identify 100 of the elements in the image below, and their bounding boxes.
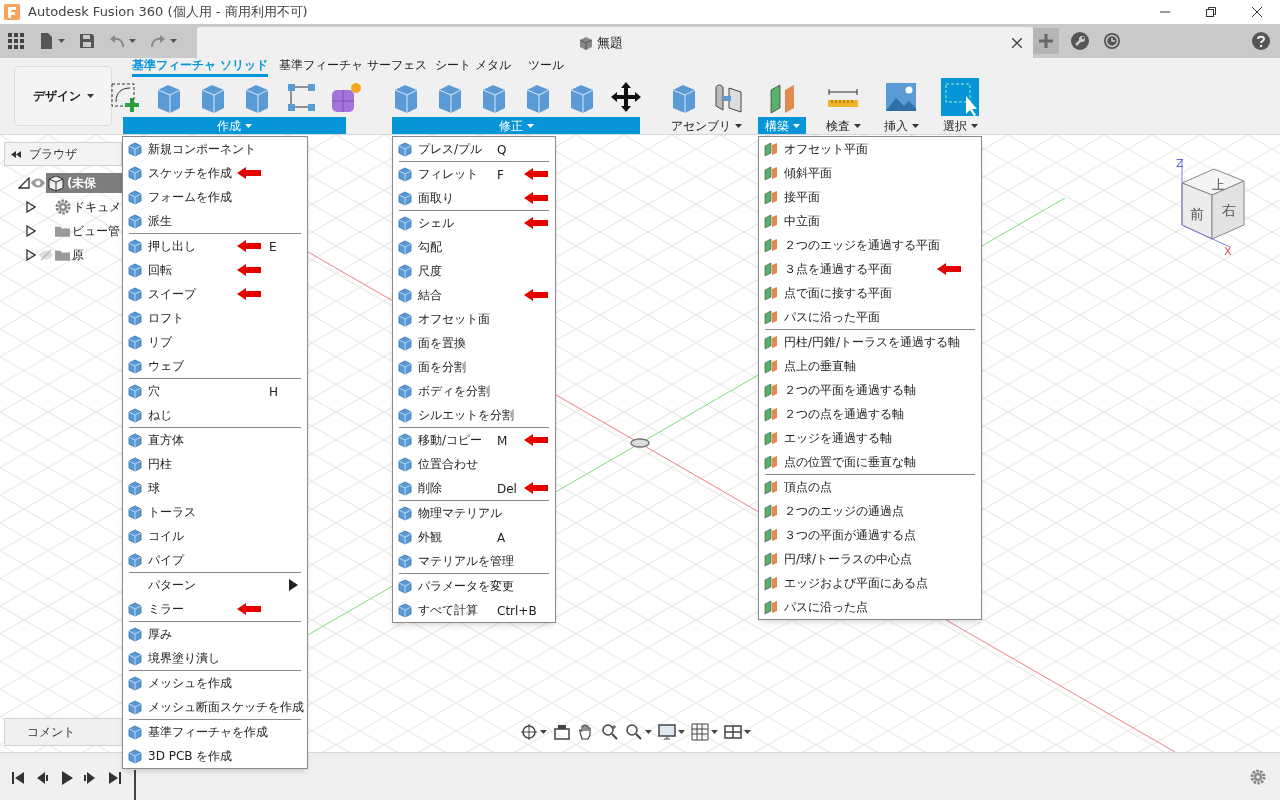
menu-item[interactable]: ボディを分割 (393, 379, 555, 403)
menu-item[interactable]: 接平面 (759, 185, 981, 209)
menu-item[interactable]: 基準フィーチャを作成 (123, 720, 307, 744)
navigation-button[interactable] (625, 723, 652, 741)
help-button[interactable] (1252, 31, 1270, 51)
navigation-button[interactable] (520, 723, 547, 741)
toolbar-menu-button[interactable]: アセンブリ (660, 117, 752, 134)
menu-item[interactable]: エッジを通過する軸 (759, 426, 981, 450)
menu-item[interactable]: 位置合わせ (393, 452, 555, 476)
collapse-button[interactable] (11, 150, 21, 158)
menu-item[interactable]: 新規コンポーネント (123, 137, 307, 161)
menu-item[interactable]: パスに沿った平面 (759, 305, 981, 329)
toolbar-menu-button[interactable]: 検査 (815, 117, 871, 134)
viewcube-drawing[interactable] (1181, 158, 1245, 248)
menu-item[interactable]: フィレット F (393, 162, 555, 186)
menu-item[interactable]: 結合 (393, 283, 555, 307)
workspace-tab[interactable]: ツール (524, 58, 568, 77)
menu-item[interactable]: 円柱/円錐/トーラスを通過する軸 (759, 330, 981, 354)
menu-item[interactable]: シルエットを分割 (393, 403, 555, 427)
tree-item[interactable]: 原 (54, 245, 122, 265)
expand-toggle[interactable] (26, 249, 38, 261)
menu-item[interactable]: エッジおよび平面にある点 (759, 571, 981, 595)
navigation-button[interactable] (553, 723, 571, 741)
menu-item[interactable]: ３点を通過する平面 (759, 257, 981, 281)
menu-item[interactable]: スケッチを作成 (123, 161, 307, 185)
menu-item[interactable]: 円/球/トーラスの中心点 (759, 547, 981, 571)
navigation-button[interactable] (658, 723, 685, 741)
expand-toggle[interactable] (26, 201, 38, 213)
menu-item[interactable]: パスに沿った点 (759, 595, 981, 619)
menu-item[interactable]: 球 (123, 476, 307, 500)
menu-item[interactable]: コイル (123, 524, 307, 548)
menu-item[interactable]: 点の位置で面に垂直な軸 (759, 450, 981, 474)
menu-item[interactable]: 傾斜平面 (759, 161, 981, 185)
menu-item[interactable]: ねじ (123, 403, 307, 427)
menu-item[interactable]: 点で面に接する平面 (759, 281, 981, 305)
workspace-tab[interactable]: シート メタル (428, 58, 518, 77)
menu-item[interactable]: 面を分割 (393, 355, 555, 379)
menu-item[interactable]: 厚み (123, 622, 307, 646)
menu-item[interactable]: 点上の垂直軸 (759, 354, 981, 378)
menu-item[interactable]: ３つの平面が通過する点 (759, 523, 981, 547)
menu-item[interactable]: ２つの点を通過する軸 (759, 402, 981, 426)
menu-item[interactable]: トーラス (123, 500, 307, 524)
menu-item[interactable]: ２つの平面を通過する軸 (759, 378, 981, 402)
menu-item[interactable]: 回転 (123, 258, 307, 282)
menu-item[interactable]: 押し出し E (123, 234, 307, 258)
playback-button[interactable] (36, 770, 50, 785)
navigation-button[interactable] (601, 723, 619, 741)
tree-item[interactable]: ドキュメ (54, 197, 122, 217)
playback-button[interactable] (12, 770, 26, 785)
menu-item[interactable]: 中立面 (759, 209, 981, 233)
menu-item[interactable]: 外観 A (393, 525, 555, 549)
menu-item[interactable]: オフセット面 (393, 307, 555, 331)
menu-item[interactable]: 頂点の点 (759, 475, 981, 499)
menu-item[interactable]: リブ (123, 330, 307, 354)
menu-item[interactable]: 削除 Del (393, 476, 555, 500)
menu-item[interactable]: ２つのエッジの通過点 (759, 499, 981, 523)
menu-item[interactable]: すべて計算 Ctrl+B (393, 598, 555, 622)
settings-button[interactable] (1250, 768, 1266, 785)
expand-toggle[interactable] (18, 177, 30, 189)
menu-item[interactable]: 3D PCB を作成 (123, 744, 307, 768)
menu-item[interactable]: マテリアルを管理 (393, 549, 555, 573)
workspace-tab[interactable]: 基準フィーチャ サーフェス (278, 58, 428, 77)
workspace-button[interactable]: デザイン (14, 66, 112, 126)
menu-item[interactable]: ２つのエッジを通過する平面 (759, 233, 981, 257)
expand-toggle[interactable] (26, 225, 38, 237)
menu-item[interactable]: パラメータを変更 (393, 574, 555, 598)
menu-item[interactable]: メッシュを作成 (123, 671, 307, 695)
menu-item[interactable]: 派生 (123, 209, 307, 233)
menu-item[interactable]: 境界塗り潰し (123, 646, 307, 670)
menu-item[interactable]: パターン (123, 573, 307, 597)
toolbar-menu-button[interactable]: 挿入 (873, 117, 929, 134)
menu-item[interactable]: 移動/コピー M (393, 428, 555, 452)
menu-item[interactable]: 物理マテリアル (393, 501, 555, 525)
menu-item[interactable]: 面を置換 (393, 331, 555, 355)
menu-item[interactable]: シェル (393, 211, 555, 235)
navigation-button[interactable] (691, 723, 718, 741)
playback-button[interactable] (60, 770, 74, 785)
menu-item[interactable]: 円柱 (123, 452, 307, 476)
navigation-button[interactable] (724, 723, 751, 741)
playback-button[interactable] (108, 770, 122, 785)
menu-item[interactable]: 勾配 (393, 235, 555, 259)
tree-item[interactable]: ビュー管 (54, 221, 122, 241)
menu-item[interactable]: 穴 H (123, 379, 307, 403)
tree-item[interactable]: (未保 (46, 173, 122, 193)
menu-item[interactable]: ウェブ (123, 354, 307, 378)
timeline-marker[interactable] (134, 769, 136, 800)
menu-item[interactable]: 直方体 (123, 428, 307, 452)
menu-item[interactable]: パイプ (123, 548, 307, 572)
menu-item[interactable]: プレス/プル Q (393, 137, 555, 161)
menu-item[interactable]: メッシュ断面スケッチを作成 (123, 695, 307, 719)
menu-item[interactable]: オフセット平面 (759, 137, 981, 161)
toolbar-menu-button[interactable]: 選択 (935, 117, 985, 134)
document-tab[interactable]: 無題 (197, 27, 1033, 58)
menu-item[interactable]: ミラー (123, 597, 307, 621)
menu-item[interactable]: ロフト (123, 306, 307, 330)
tool-button[interactable] (609, 80, 643, 114)
menu-item[interactable]: 尺度 (393, 259, 555, 283)
menu-item[interactable]: フォームを作成 (123, 185, 307, 209)
menu-item[interactable]: スイープ (123, 282, 307, 306)
menu-item[interactable]: 面取り (393, 186, 555, 210)
